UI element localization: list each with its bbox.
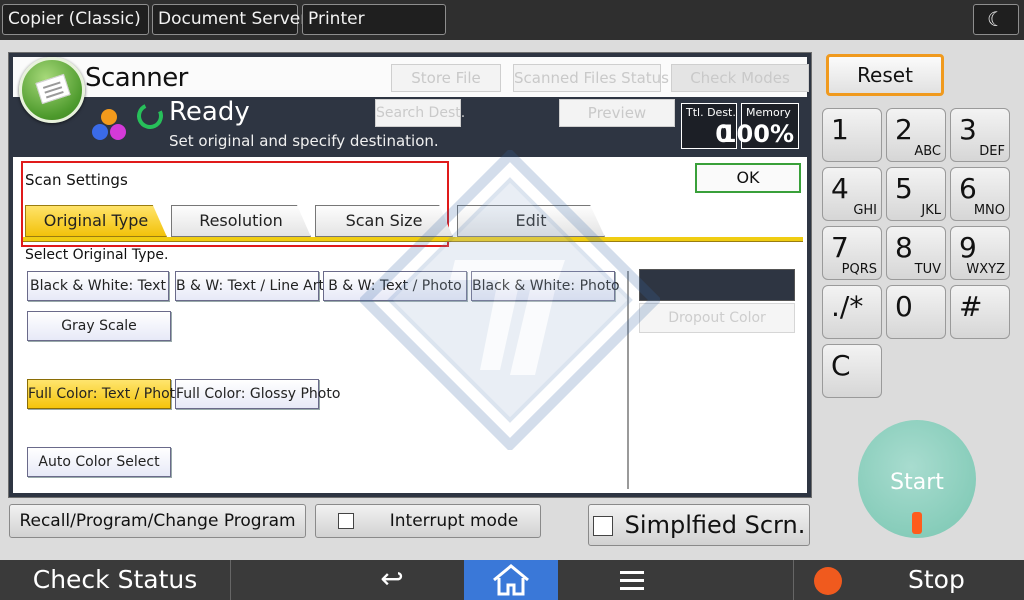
key-digit: 5 <box>895 172 913 205</box>
option-auto-color-select[interactable]: Auto Color Select <box>27 447 171 477</box>
tab-original-type[interactable]: Original Type <box>25 205 167 237</box>
key-clear[interactable]: C <box>822 344 882 398</box>
key-9[interactable]: 9 WXYZ <box>950 226 1010 280</box>
simplified-checkbox[interactable] <box>592 516 613 536</box>
key-hash[interactable]: # <box>950 285 1010 339</box>
interrupt-label: Interrupt mode <box>389 511 519 531</box>
reset-button[interactable]: Reset <box>826 54 944 96</box>
key-4[interactable]: 4 GHI <box>822 167 882 221</box>
divider <box>627 271 629 489</box>
key-digit: 3 <box>959 113 977 146</box>
app-tab-bar: Copier (Classic) Document Server Printer… <box>0 0 1024 40</box>
scanner-app-icon <box>19 57 85 123</box>
option-bw-text-line-art[interactable]: B & W: Text / Line Art <box>175 271 324 301</box>
simplified-label: Simplfied Scrn. <box>624 511 806 539</box>
scanned-files-status-button[interactable]: Scanned Files Status <box>513 64 669 92</box>
option-full-color-glossy-photo[interactable]: Full Color: Glossy Photo <box>175 379 340 409</box>
color-bubbles-icon <box>91 107 131 147</box>
memory-value: 100% <box>719 120 794 148</box>
back-icon[interactable]: ↩ <box>364 560 420 600</box>
key-letters: DEF <box>979 144 1005 159</box>
ready-status-icon <box>133 99 167 133</box>
key-dot-star[interactable]: ./* <box>822 285 882 339</box>
interrupt-mode-button[interactable]: Interrupt mode <box>315 504 541 538</box>
preview-button[interactable]: Preview <box>559 99 675 127</box>
simplified-screen-button[interactable]: Simplfied Scrn. <box>588 504 810 546</box>
stop-button[interactable]: Stop <box>793 560 1024 600</box>
dropout-header <box>639 269 795 301</box>
stop-icon <box>814 567 842 595</box>
option-gray-scale[interactable]: Gray Scale <box>27 311 171 341</box>
option-bw-text[interactable]: Black & White: Text <box>27 271 169 301</box>
key-digit: 0 <box>895 290 913 323</box>
moon-icon[interactable]: ☾ <box>973 4 1019 35</box>
key-digit: 1 <box>831 113 849 146</box>
option-full-color-text-photo[interactable]: Full Color: Text / Photo <box>27 379 184 409</box>
select-original-type-label: Select Original Type. <box>25 247 169 263</box>
key-digit: 6 <box>959 172 977 205</box>
key-digit: 8 <box>895 231 913 264</box>
scanner-panel: Scanner Store File Scanned Files Status … <box>8 52 812 498</box>
status-subtext: Set original and specify destination. <box>169 132 439 150</box>
key-letters: PQRS <box>841 262 877 277</box>
recall-program-button[interactable]: Recall/Program/Change Program <box>9 504 306 538</box>
key-digit: C <box>831 349 851 382</box>
key-0[interactable]: 0 <box>886 285 946 339</box>
tab-resolution[interactable]: Resolution <box>171 205 311 237</box>
key-digit: 2 <box>895 113 913 146</box>
memory-counter: Memory 100% <box>720 103 799 149</box>
key-letters: WXYZ <box>966 262 1005 277</box>
tab-document-server[interactable]: Document Server <box>152 4 307 35</box>
key-letters: TUV <box>914 262 941 277</box>
key-6[interactable]: 6 MNO <box>950 167 1010 221</box>
key-digit: # <box>959 290 983 323</box>
key-5[interactable]: 5 JKL <box>886 167 946 221</box>
page-title: Scanner <box>85 63 188 93</box>
key-letters: ABC <box>914 144 941 159</box>
key-7[interactable]: 7 PQRS <box>822 226 882 280</box>
menu-icon[interactable] <box>606 560 658 600</box>
store-file-button[interactable]: Store File <box>391 64 501 92</box>
home-icon[interactable] <box>464 560 558 600</box>
ok-button[interactable]: OK <box>695 163 801 193</box>
option-bw-text-photo[interactable]: B & W: Text / Photo <box>323 271 467 301</box>
key-2[interactable]: 2 ABC <box>886 108 946 162</box>
check-modes-button[interactable]: Check Modes <box>671 64 809 92</box>
dropout-color-button[interactable]: Dropout Color <box>639 303 795 333</box>
tab-underline <box>23 237 803 242</box>
status-text: Ready <box>169 97 250 127</box>
memory-label: Memory <box>746 106 791 119</box>
start-label: Start <box>890 470 944 495</box>
start-indicator <box>912 512 922 534</box>
scan-settings-panel: Scan Settings OK Original Type Resolutio… <box>13 157 807 493</box>
key-3[interactable]: 3 DEF <box>950 108 1010 162</box>
key-digit: 4 <box>831 172 849 205</box>
key-1[interactable]: 1 <box>822 108 882 162</box>
tab-printer[interactable]: Printer <box>302 4 446 35</box>
scanner-header: Scanner Store File Scanned Files Status … <box>13 57 809 97</box>
system-bar: Check Status ↩ Stop <box>0 560 1024 600</box>
stop-label: Stop <box>908 565 965 594</box>
key-letters: GHI <box>853 203 877 218</box>
key-letters: MNO <box>973 203 1005 218</box>
tab-copier-classic[interactable]: Copier (Classic) <box>2 4 149 35</box>
counter-label: Ttl. Dest. <box>686 106 736 119</box>
check-status-button[interactable]: Check Status <box>0 560 231 600</box>
key-letters: JKL <box>921 203 941 218</box>
search-dest-button[interactable]: Search Dest. <box>375 99 465 127</box>
tab-scan-size[interactable]: Scan Size <box>315 205 453 237</box>
key-digit: ./* <box>831 290 864 323</box>
option-bw-photo[interactable]: Black & White: Photo <box>471 271 620 301</box>
key-digit: 7 <box>831 231 849 264</box>
tab-edit[interactable]: Edit <box>457 205 605 237</box>
start-button[interactable]: Start <box>858 420 976 538</box>
key-8[interactable]: 8 TUV <box>886 226 946 280</box>
interrupt-checkbox[interactable] <box>337 513 354 529</box>
key-digit: 9 <box>959 231 977 264</box>
